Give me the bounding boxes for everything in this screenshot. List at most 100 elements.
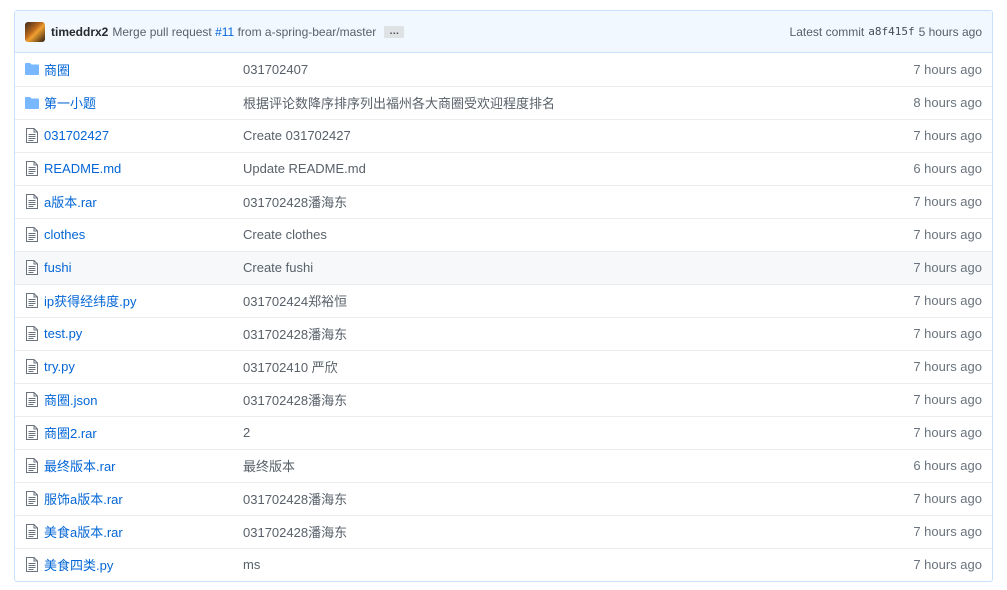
file-row[interactable]: 美食四类.py ms 7 hours ago [15,548,992,581]
commit-age: 6 hours ago [913,458,982,473]
file-icon [26,293,38,308]
file-name-cell: try.py [44,350,243,383]
commit-age: 7 hours ago [913,194,982,209]
commit-age: 7 hours ago [913,425,982,440]
file-icon [26,161,38,176]
file-icon [26,194,38,209]
file-icon [26,260,38,275]
commit-age: 7 hours ago [913,392,982,407]
file-icon-cell [15,284,44,317]
file-icon [26,557,38,573]
file-icon-cell [15,449,44,482]
file-row[interactable]: 商圈 031702407 7 hours ago [15,53,992,86]
file-name-cell: 第一小题 [44,86,243,119]
author-avatar[interactable] [25,21,45,42]
file-icon [26,524,38,539]
commit-message-link[interactable]: Update README.md [243,152,841,185]
file-icon-cell [15,152,44,185]
commit-author[interactable]: timeddrx2 [51,25,108,39]
file-row[interactable]: 美食a版本.rar 031702428潘海东 7 hours ago [15,515,992,548]
file-row[interactable]: 服饰a版本.rar 031702428潘海东 7 hours ago [15,482,992,515]
file-row[interactable]: 商圈2.rar 2 7 hours ago [15,416,992,449]
commit-message-link[interactable]: ms [243,548,841,581]
file-link[interactable]: 美食a版本.rar [44,525,123,540]
commit-age: 7 hours ago [913,491,982,506]
file-list: 商圈 031702407 7 hours ago 第一小题 根据评论数降序排序列出福州各… [15,53,992,581]
file-name-cell: test.py [44,317,243,350]
file-icon-cell [15,86,44,119]
file-row[interactable]: 第一小题 根据评论数降序排序列出福州各大商圈受欢迎程度排名 8 hours ago [15,86,992,119]
file-link[interactable]: a版本.rar [44,195,97,210]
file-link[interactable]: README.md [44,161,121,176]
commit-message-link[interactable]: 2 [243,416,841,449]
commit-message-suffix: from a-spring-bear/master [237,24,377,39]
file-name-cell: 031702427 [44,119,243,152]
file-icon [26,359,38,374]
commit-message-link[interactable]: 031702428潘海东 [243,515,841,548]
file-browser: timeddrx2 Merge pull request #11 from a-… [14,10,993,582]
file-link[interactable]: 031702427 [44,128,109,143]
file-icon [26,227,38,242]
file-row[interactable]: test.py 031702428潘海东 7 hours ago [15,317,992,350]
file-row[interactable]: README.md Update README.md 6 hours ago [15,152,992,185]
commit-age: 7 hours ago [913,61,982,77]
file-icon-cell [15,53,44,86]
commit-message-link[interactable]: 031702410 严欣 [243,350,841,383]
file-row[interactable]: 商圈.json 031702428潘海东 7 hours ago [15,383,992,416]
file-row[interactable]: try.py 031702410 严欣 7 hours ago [15,350,992,383]
file-link[interactable]: 服饰a版本.rar [44,492,123,507]
folder-link[interactable]: 商圈 [44,63,70,78]
file-link[interactable]: ip获得经纬度.py [44,294,136,309]
latest-commit-info: Latest commit a8f415f 5 hours ago [790,25,982,39]
file-name-cell: ip获得经纬度.py [44,284,243,317]
expand-commit-button[interactable]: … [384,25,405,38]
file-icon [26,425,38,440]
commit-message-link[interactable]: Create fushi [243,251,841,284]
file-link[interactable]: 美食四类.py [44,558,113,573]
commit-age: 6 hours ago [913,161,982,176]
file-link[interactable]: fushi [44,260,71,275]
file-name-cell: a版本.rar [44,185,243,218]
commit-age: 7 hours ago [913,326,982,341]
file-link[interactable]: 商圈.json [44,393,97,408]
commit-message-link[interactable]: 031702424郑裕恒 [243,284,841,317]
file-link[interactable]: clothes [44,227,85,242]
file-icon-cell [15,482,44,515]
commit-age: 5 hours ago [918,24,982,39]
file-name-cell: fushi [44,251,243,284]
file-link[interactable]: 商圈2.rar [44,426,97,441]
commit-age: 7 hours ago [913,293,982,308]
commit-message-link[interactable]: 031702428潘海东 [243,317,841,350]
file-row[interactable]: a版本.rar 031702428潘海东 7 hours ago [15,185,992,218]
commit-message-link[interactable]: 031702428潘海东 [243,185,841,218]
file-link[interactable]: try.py [44,359,75,374]
file-name-cell: 商圈.json [44,383,243,416]
pull-request-link[interactable]: #11 [215,25,234,39]
file-name-cell: clothes [44,218,243,251]
file-icon-cell [15,548,44,581]
file-row[interactable]: clothes Create clothes 7 hours ago [15,218,992,251]
file-icon [26,458,38,473]
file-link[interactable]: 最终版本.rar [44,459,116,474]
commit-message-link[interactable]: Create 031702427 [243,119,841,152]
commit-message-link[interactable]: 031702428潘海东 [243,383,841,416]
commit-age: 7 hours ago [913,227,982,242]
file-row[interactable]: 最终版本.rar 最终版本 6 hours ago [15,449,992,482]
commit-message-link[interactable]: 最终版本 [243,449,841,482]
file-row[interactable]: 031702427 Create 031702427 7 hours ago [15,119,992,152]
commit-message-prefix: Merge pull request [112,24,212,39]
file-name-cell: 美食a版本.rar [44,515,243,548]
commit-age: 7 hours ago [913,524,982,539]
file-row[interactable]: ip获得经纬度.py 031702424郑裕恒 7 hours ago [15,284,992,317]
commit-sha-link[interactable]: a8f415f [868,25,914,38]
commit-message[interactable]: Merge pull request #11 from a-spring-bea… [112,25,376,39]
file-icon-cell [15,350,44,383]
commit-message-link[interactable]: Create clothes [243,218,841,251]
commit-message-link[interactable]: 根据评论数降序排序列出福州各大商圈受欢迎程度排名 [243,86,841,119]
commit-message-link[interactable]: 031702407 [243,53,841,86]
folder-link[interactable]: 第一小题 [44,96,96,111]
commit-message-link[interactable]: 031702428潘海东 [243,482,841,515]
file-icon [26,392,38,407]
file-link[interactable]: test.py [44,326,82,341]
file-row[interactable]: fushi Create fushi 7 hours ago [15,251,992,284]
